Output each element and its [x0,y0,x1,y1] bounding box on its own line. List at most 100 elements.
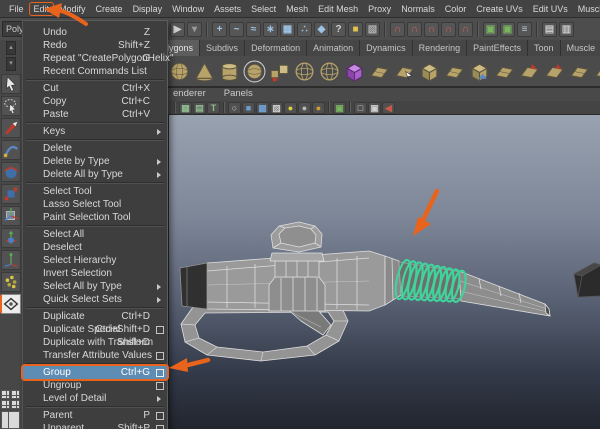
menu-item-duplicate-with-transform[interactable]: Duplicate with Transform Shift+D [23,336,167,349]
shelf-cubes-icon[interactable] [268,60,291,83]
menu-item-invert-selection[interactable]: Invert Selection [23,267,167,280]
soft-select-tool-icon[interactable] [1,272,21,292]
menu-file[interactable]: File [4,2,29,16]
menu-item-paste[interactable]: Paste Ctrl+V [23,108,167,121]
menu-item-ungroup[interactable]: Ungroup [23,379,167,392]
menu-item-delete-by-type[interactable]: Delete by Type [23,155,167,168]
shelf-cube-icon[interactable] [418,60,441,83]
soft-modification-tool-icon[interactable] [1,140,21,160]
lighting-icon[interactable]: ● [284,101,297,114]
menu-item-unparent[interactable]: Unparent Shift+P [23,422,167,429]
scale-tool-icon[interactable] [1,184,21,204]
shelf-sphere-ring-icon[interactable] [243,60,266,83]
sphere-gold-icon[interactable]: ● [312,101,325,114]
menu-item-paint-selection-tool[interactable]: Paint Selection Tool [23,211,167,224]
menu-item-cut[interactable]: Cut Ctrl+X [23,82,167,95]
panel-menu-panels[interactable]: Panels [224,88,253,101]
menu-item-select-all[interactable]: Select All [23,228,167,241]
snap-align-tool-icon[interactable] [1,250,21,270]
render-frame-icon[interactable]: ▤ [542,21,557,37]
menu-edit[interactable]: Edit [28,1,55,16]
shelf-tab-dynamics[interactable]: Dynamics [360,40,413,56]
select-tool-icon[interactable] [1,74,21,94]
chevron-down-icon[interactable]: ▾ [187,21,202,37]
menu-normals[interactable]: Normals [396,2,440,16]
hud-text-icon[interactable]: T [207,101,220,114]
panel-menu-renderer[interactable]: enderer [173,88,206,101]
shelf-tab-animation[interactable]: Animation [307,40,361,56]
menu-item-level-of-detail[interactable]: Level of Detail [23,392,167,405]
grid-toggle-icon[interactable]: ▦ [179,101,192,114]
menu-item-duplicate-special[interactable]: Duplicate Special Ctrl+Shift+D [23,323,167,336]
highlight-mask-icon[interactable]: ▧ [365,21,380,37]
shelf-wire-sphere-icon[interactable] [293,60,316,83]
rotate-tool-icon[interactable] [1,162,21,182]
menu-item-undo[interactable]: Undo Z [23,26,167,39]
shelf-plane-red-icon[interactable] [543,60,566,83]
menu-item-select-all-by-type[interactable]: Select All by Type [23,280,167,293]
cubes-display-icon[interactable]: ▣ [368,101,381,114]
move-cross-icon[interactable]: + [212,21,227,37]
menu-select[interactable]: Select [246,2,281,16]
menu-item-copy[interactable]: Copy Ctrl+C [23,95,167,108]
menu-item-quick-select-sets[interactable]: Quick Select Sets [23,293,167,306]
menu-item-deselect[interactable]: Deselect [23,241,167,254]
shelf-plane-icon[interactable] [368,60,391,83]
option-box[interactable] [156,369,164,377]
menu-mesh[interactable]: Mesh [281,2,313,16]
shelf-tab-rendering[interactable]: Rendering [412,40,468,56]
menu-assets[interactable]: Assets [209,2,246,16]
move-tool-icon[interactable] [1,228,21,248]
shelf-cube-purple-icon[interactable] [343,60,366,83]
lock-icon[interactable]: ■ [348,21,363,37]
construction-history-icon[interactable]: ≡ [517,21,532,37]
shelf-plane-red-icon[interactable] [518,60,541,83]
shelf-tab-toon[interactable]: Toon [528,40,561,56]
menu-window[interactable]: Window [167,2,209,16]
film-gate-icon[interactable]: ▤ [193,101,206,114]
asset-mask-icon[interactable]: ∗ [263,21,278,37]
menu-item-redo[interactable]: Redo Shift+Z [23,39,167,52]
menu-item-delete-all-by-type[interactable]: Delete All by Type [23,168,167,181]
shelf-wire-sphere-icon[interactable] [318,60,341,83]
isolate-select-icon[interactable]: ▣ [333,101,346,114]
universal-manipulator-tool-icon[interactable] [1,206,21,226]
menu-item-duplicate[interactable]: Duplicate Ctrl+D [23,310,167,323]
wireframe-icon[interactable]: ○ [228,101,241,114]
checker-icon[interactable]: ▨ [270,101,283,114]
snap-view-plane-icon[interactable]: ∩ [441,21,456,37]
menu-item-select-tool[interactable]: Select Tool [23,185,167,198]
textured-icon[interactable]: ▩ [256,101,269,114]
input-connections-icon[interactable]: ▣ [483,21,498,37]
shelf-tab-muscle[interactable]: Muscle [560,40,600,56]
option-box[interactable] [156,352,164,360]
option-box[interactable] [156,412,164,420]
surface-mask-icon[interactable]: ≈ [246,21,261,37]
menu-display[interactable]: Display [128,2,168,16]
menu-item-recent-commands-list[interactable]: Recent Commands List [23,65,167,78]
menu-item-select-hierarchy[interactable]: Select Hierarchy [23,254,167,267]
menu-item-repeat[interactable]: Repeat "CreatePolygonHelix" G [23,52,174,65]
shelf-plane-icon[interactable] [493,60,516,83]
shelf-tab-painteffects[interactable]: PaintEffects [467,40,529,56]
menu-item-parent[interactable]: Parent P [23,409,167,422]
xray-icon[interactable]: ◀ [382,101,395,114]
shelf-arrow2-icon[interactable]: ▾ [6,57,16,71]
grid-mask-icon[interactable]: ▦ [280,21,295,37]
shelf-tab-deformation[interactable]: Deformation [245,40,308,56]
option-box[interactable] [156,382,164,390]
shaded-icon[interactable]: ■ [242,101,255,114]
paint-selection-tool-icon[interactable] [1,118,21,138]
shelf-plane-icon[interactable] [568,60,591,83]
menu-item-lasso-select-tool[interactable]: Lasso Select Tool [23,198,167,211]
tool-box-icon[interactable]: ▶ [170,21,185,37]
shelf-cone-icon[interactable] [193,60,216,83]
option-box[interactable] [156,326,164,334]
shelf-plane-icon[interactable] [443,60,466,83]
ipr-render-icon[interactable]: ▥ [559,21,574,37]
lasso-select-tool-icon[interactable] [1,96,21,116]
current-tool-icon[interactable] [0,294,21,314]
help-icon[interactable]: ? [331,21,346,37]
point-mask-icon[interactable]: ∴ [297,21,312,37]
menu-proxy[interactable]: Proxy [363,2,396,16]
